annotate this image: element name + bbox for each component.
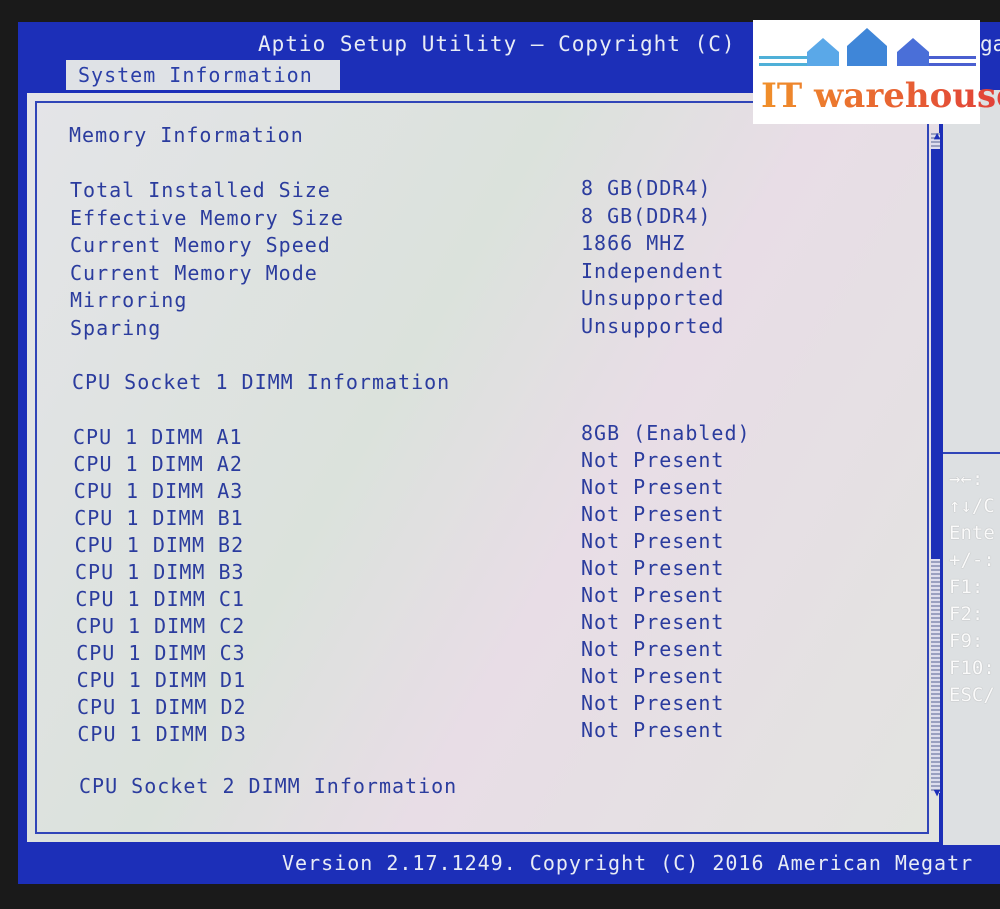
watermark-text: IT warehouse [761,76,1000,116]
memory-value: Independent [581,258,725,283]
memory-label: Effective Memory Size [70,205,344,230]
dimm-value: Not Present [581,556,725,580]
footer-version: Version 2.17.1249. Copyright (C) 2016 Am… [282,851,974,875]
dimm-value: Not Present [581,691,725,715]
socket1-heading: CPU Socket 1 DIMM Information [72,370,451,394]
help-key: Ente [949,522,995,544]
help-key: →←: [949,468,984,490]
tab-system-information[interactable]: System Information [66,60,340,90]
help-key: +/-: [949,549,995,571]
dimm-label: CPU 1 DIMM A3 [73,479,244,503]
memory-value: Unsupported [581,286,725,310]
warehouse-houses-icon [759,28,976,66]
help-key: ESC/ [949,684,995,706]
dimm-value: Not Present [581,502,725,526]
bios-screen: Aptio Setup Utility – Copyright (C) ga S… [18,22,1000,884]
memory-label: Mirroring [70,288,188,312]
dimm-value: Not Present [581,529,725,553]
memory-label: Current Memory Mode [70,260,318,285]
header-title-cut: ga [980,32,1000,56]
dimm-label: CPU 1 DIMM C1 [75,587,245,611]
dimm-label: CPU 1 DIMM B3 [75,560,245,584]
dimm-value: 8GB (Enabled) [581,421,751,445]
memory-label: Sparing [70,315,162,340]
dimm-value: Not Present [581,475,725,499]
memory-value: 1866 MHZ [581,231,686,255]
dimm-label: CPU 1 DIMM A2 [73,452,243,476]
help-divider [943,452,1000,454]
socket2-heading: CPU Socket 2 DIMM Information [79,774,458,798]
dimm-label: CPU 1 DIMM C3 [76,641,246,665]
help-panel: →←: ↑↓/C Ente +/-: F1: F2: F9: F10: ESC/ [940,90,1000,845]
dimm-label: CPU 1 DIMM D2 [77,695,247,719]
dimm-label: CPU 1 DIMM B1 [74,506,244,530]
memory-label: Current Memory Speed [70,233,331,257]
help-key: F10: [949,657,995,679]
help-key: F9: [949,630,984,652]
memory-value: 8 GB(DDR4) [581,203,712,228]
dimm-label: CPU 1 DIMM A1 [73,425,243,449]
dimm-label: CPU 1 DIMM D3 [77,722,247,746]
header-title: Aptio Setup Utility – Copyright (C) [258,32,736,56]
help-key: ↑↓/C [949,495,995,517]
dimm-value: Not Present [581,583,725,607]
dimm-label: CPU 1 DIMM C2 [75,614,246,638]
watermark-logo: IT warehouse [753,20,1000,124]
dimm-value: Not Present [581,718,725,742]
main-panel: Memory Information Total Installed Size 8 … [24,90,943,845]
memory-label: Total Installed Size [70,178,331,202]
memory-value: Unsupported [581,313,725,338]
dimm-value: Not Present [581,637,725,661]
dimm-label: CPU 1 DIMM B2 [74,533,245,557]
help-key: F2: [949,603,984,625]
dimm-value: Not Present [581,448,725,472]
dimm-value: Not Present [581,664,725,688]
dimm-label: CPU 1 DIMM D1 [76,668,247,692]
dimm-value: Not Present [581,610,725,634]
help-key: F1: [949,576,984,598]
memory-value: 8 GB(DDR4) [581,176,712,200]
memory-heading: Memory Information [69,123,304,147]
